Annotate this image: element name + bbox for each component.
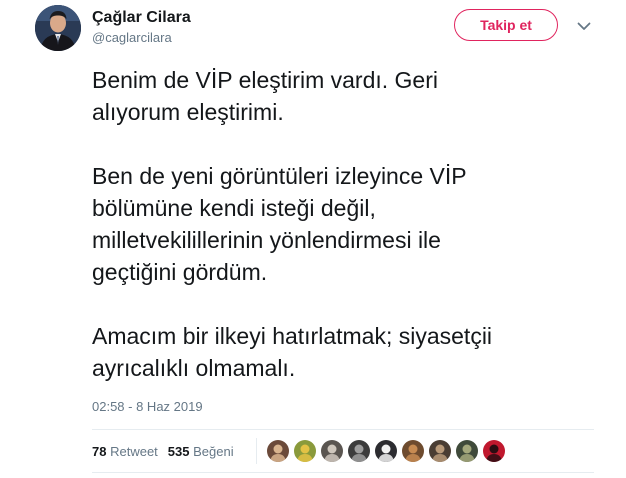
tweet-text: Benim de VİP eleştirim vardı. Geri alıyo… [92,64,592,384]
liker-avatar[interactable] [402,440,424,462]
profile-photo-icon [35,5,81,51]
follow-button[interactable]: Takip et [454,9,558,41]
retweet-stat[interactable]: 78 Retweet [92,444,158,459]
liker-avatar[interactable] [456,440,478,462]
liker-photo-icon [267,440,289,462]
liker-avatar[interactable] [483,440,505,462]
like-label: Beğeni [193,444,234,459]
tweet-menu-button[interactable] [574,16,594,36]
liker-photo-icon [429,440,451,462]
likers-avatars [267,440,510,462]
like-count: 535 [167,444,190,459]
liker-photo-icon [402,440,424,462]
liker-avatar[interactable] [267,440,289,462]
liker-photo-icon [348,440,370,462]
liker-photo-icon [294,440,316,462]
liker-avatar[interactable] [348,440,370,462]
tweet-paragraph: Amacım bir ilkeyi hatırlatmak; siyasetçi… [92,323,493,381]
liker-avatar[interactable] [375,440,397,462]
liker-avatar[interactable] [429,440,451,462]
liker-photo-icon [375,440,397,462]
divider [92,429,594,430]
liker-avatar[interactable] [321,440,343,462]
liker-photo-icon [456,440,478,462]
liker-photo-icon [321,440,343,462]
divider [92,472,594,473]
liker-photo-icon [483,440,505,462]
tweet-stats: 78 Retweet 535 Beğeni [92,444,234,459]
author-handle[interactable]: @caglarcilara [92,29,191,47]
liker-avatar[interactable] [294,440,316,462]
like-stat[interactable]: 535 Beğeni [168,444,234,459]
stats-separator [256,438,257,464]
chevron-down-icon [577,22,591,30]
retweet-count: 78 [92,444,107,459]
tweet-paragraph: Ben de yeni görüntüleri izleyince VİP bö… [92,163,467,285]
author-display-name[interactable]: Çağlar Cilara [92,8,191,28]
tweet-paragraph: Benim de VİP eleştirim vardı. Geri alıyo… [92,67,438,125]
author-avatar[interactable] [35,5,81,51]
tweet-timestamp[interactable]: 02:58 - 8 Haz 2019 [92,399,203,414]
retweet-label: Retweet [110,444,158,459]
author-info: Çağlar Cilara @caglarcilara [92,8,191,47]
